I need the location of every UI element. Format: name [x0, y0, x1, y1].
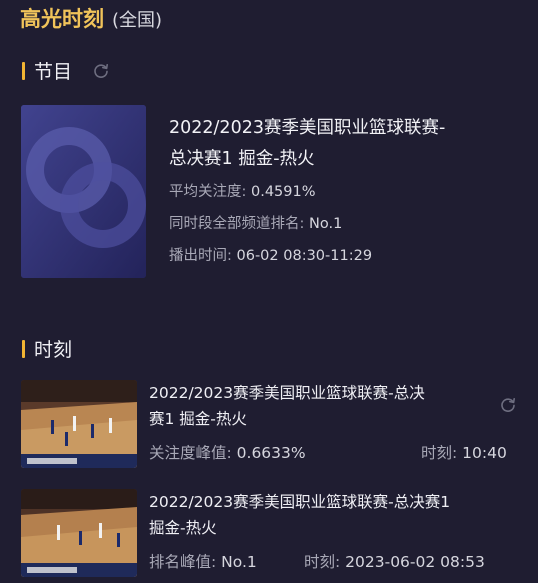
moments-section-title: 时刻: [34, 339, 73, 361]
rank-peak: 排名峰值: No.1: [149, 550, 257, 572]
moment-time-label: 时刻:: [304, 553, 346, 571]
channel-rank: 同时段全部频道排名: No.1: [169, 215, 529, 233]
page-header: 高光时刻 (全国): [20, 3, 162, 33]
avg-attention-label: 平均关注度:: [169, 184, 251, 200]
moment-time: 时刻: 2023-06-02 08:53: [304, 550, 485, 572]
moment-name-line1: 2022/2023赛季美国职业篮球联赛-总决赛1: [149, 493, 451, 511]
rank-peak-value: No.1: [221, 553, 257, 571]
air-time-label: 播出时间:: [169, 248, 237, 264]
moment-name-line1: 2022/2023赛季美国职业篮球联赛-总决: [149, 384, 425, 402]
section-accent-bar: [22, 339, 25, 358]
moment-thumbnail: [21, 380, 137, 468]
refresh-icon[interactable]: [499, 396, 517, 414]
moment-time-value: 10:40: [462, 444, 507, 462]
moment-item[interactable]: 2022/2023赛季美国职业篮球联赛-总决赛1 掘金-热火 排名峰值: No.…: [21, 489, 531, 579]
program-name: 2022/2023赛季美国职业篮球联赛- 总决赛1 掘金-热火: [169, 113, 529, 175]
program-poster: [21, 105, 146, 278]
moment-thumbnail: [21, 489, 137, 577]
moment-name-line2: 掘金-热火: [149, 519, 217, 537]
channel-rank-label: 同时段全部频道排名:: [169, 216, 309, 232]
moment-name: 2022/2023赛季美国职业篮球联赛-总决 赛1 掘金-热火: [149, 380, 489, 432]
attention-peak-label: 关注度峰值:: [149, 444, 237, 462]
program-section-header: 节目: [22, 57, 110, 84]
avg-attention-value: 0.4591%: [251, 184, 316, 200]
moment-name: 2022/2023赛季美国职业篮球联赛-总决赛1 掘金-热火: [149, 489, 519, 541]
moment-item[interactable]: 2022/2023赛季美国职业篮球联赛-总决 赛1 掘金-热火 关注度峰值: 0…: [21, 380, 531, 470]
moment-name-line2: 赛1 掘金-热火: [149, 410, 247, 428]
program-name-line2: 总决赛1 掘金-热火: [169, 149, 315, 169]
attention-peak: 关注度峰值: 0.6633%: [149, 441, 306, 463]
scope-label: (全国): [112, 10, 163, 31]
attention-peak-value: 0.6633%: [236, 444, 306, 462]
section-accent-bar: [22, 61, 25, 80]
program-name-line1: 2022/2023赛季美国职业篮球联赛-: [169, 118, 446, 138]
air-time: 播出时间: 06-02 08:30-11:29: [169, 247, 529, 265]
refresh-icon[interactable]: [92, 62, 110, 80]
moment-time: 时刻: 10:40: [421, 441, 507, 463]
moment-time-label: 时刻:: [421, 444, 463, 462]
channel-rank-value: No.1: [309, 216, 343, 232]
page-title: 高光时刻: [20, 7, 104, 31]
avg-attention: 平均关注度: 0.4591%: [169, 183, 529, 201]
program-info: 2022/2023赛季美国职业篮球联赛- 总决赛1 掘金-热火 平均关注度: 0…: [169, 113, 529, 265]
program-card[interactable]: 2022/2023赛季美国职业篮球联赛- 总决赛1 掘金-热火 平均关注度: 0…: [21, 105, 521, 280]
moment-time-value: 2023-06-02 08:53: [345, 553, 485, 571]
rank-peak-label: 排名峰值:: [149, 553, 222, 571]
air-time-value: 06-02 08:30-11:29: [236, 248, 373, 264]
program-section-title: 节目: [34, 61, 73, 83]
moments-section-header: 时刻: [22, 335, 72, 362]
